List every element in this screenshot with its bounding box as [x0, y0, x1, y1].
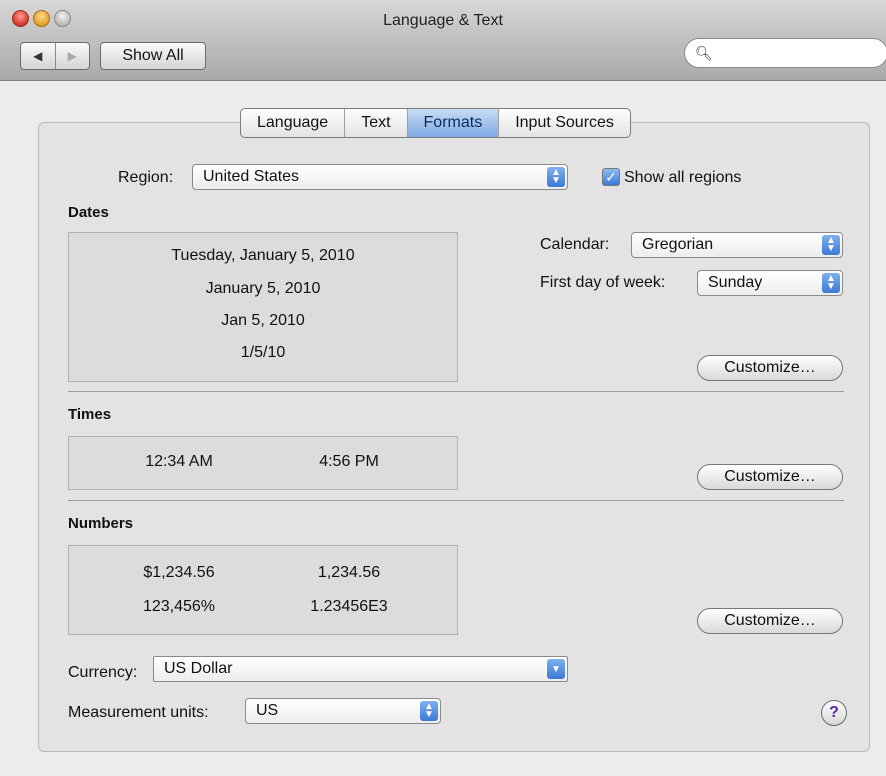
show-all-regions-label: Show all regions — [624, 169, 742, 186]
times-heading: Times — [68, 406, 112, 423]
time-pm: 4:56 PM — [319, 453, 379, 470]
date-short: 1/5/10 — [240, 344, 286, 361]
region-value: United States — [203, 168, 300, 185]
preferences-window: Language & Text ◀ ▶ Show All 🔍︎ Language… — [0, 0, 886, 776]
popup-arrows-icon: ▲ ▼ — [547, 167, 565, 187]
calendar-label: Calendar: — [540, 236, 610, 253]
chevron-down-icon[interactable]: ▼ — [547, 659, 565, 679]
time-am: 12:34 AM — [145, 453, 213, 470]
region-popup[interactable]: United States ▲ ▼ — [192, 164, 568, 190]
triangle-left-icon: ◀ — [33, 49, 43, 63]
calendar-popup[interactable]: Gregorian ▲ ▼ — [631, 232, 843, 258]
date-medium: Jan 5, 2010 — [221, 312, 305, 329]
number-decimal: 1,234.56 — [317, 564, 381, 581]
search-field[interactable]: 🔍︎ — [684, 38, 886, 68]
divider — [68, 500, 844, 501]
forward-button[interactable]: ▶ — [54, 43, 90, 69]
tab-input-sources[interactable]: Input Sources — [498, 109, 630, 137]
date-full: Tuesday, January 5, 2010 — [171, 247, 355, 264]
numbers-preview: $1,234.56 1,234.56 123,456% 1.23456E3 — [68, 545, 458, 635]
search-input[interactable] — [715, 43, 879, 65]
numbers-heading: Numbers — [68, 515, 134, 532]
show-all-regions-checkbox[interactable]: ✓ — [602, 168, 620, 186]
number-percent: 123,456% — [142, 598, 216, 615]
times-preview: 12:34 AM 4:56 PM — [68, 436, 458, 490]
magnifier-icon: 🔍︎ — [695, 45, 713, 61]
measurement-value: US — [256, 702, 279, 719]
tab-language[interactable]: Language — [241, 109, 344, 137]
currency-value: US Dollar — [164, 660, 233, 677]
show-all-button[interactable]: Show All — [100, 42, 206, 70]
first-day-label: First day of week: — [540, 274, 666, 291]
help-button[interactable]: ? — [821, 700, 847, 726]
dates-preview: Tuesday, January 5, 2010 January 5, 2010… — [68, 232, 458, 382]
pane-tabs: Language Text Formats Input Sources — [240, 108, 631, 138]
number-scientific: 1.23456E3 — [310, 598, 388, 615]
numbers-customize-button[interactable]: Customize… — [697, 608, 843, 634]
back-forward-control: ◀ ▶ — [20, 42, 90, 70]
dates-heading: Dates — [68, 204, 109, 221]
measurement-label: Measurement units: — [68, 704, 209, 721]
currency-label: Currency: — [68, 664, 138, 681]
divider — [68, 391, 844, 392]
window-title: Language & Text — [383, 12, 503, 29]
back-button[interactable]: ◀ — [21, 43, 55, 69]
popup-arrows-icon: ▲ ▼ — [822, 273, 840, 293]
date-long: January 5, 2010 — [205, 280, 321, 297]
tab-text[interactable]: Text — [344, 109, 406, 137]
popup-arrows-icon: ▲ ▼ — [822, 235, 840, 255]
dates-customize-button[interactable]: Customize… — [697, 355, 843, 381]
measurement-popup[interactable]: US ▲ ▼ — [245, 698, 441, 724]
times-customize-button[interactable]: Customize… — [697, 464, 843, 490]
title-toolbar: Language & Text ◀ ▶ Show All 🔍︎ — [0, 0, 886, 81]
tab-formats[interactable]: Formats — [406, 109, 499, 137]
region-label: Region: — [118, 169, 174, 186]
number-currency: $1,234.56 — [143, 564, 215, 581]
popup-arrows-icon: ▲ ▼ — [420, 701, 438, 721]
triangle-right-icon: ▶ — [67, 49, 77, 63]
first-day-popup[interactable]: Sunday ▲ ▼ — [697, 270, 843, 296]
currency-combo[interactable]: US Dollar ▼ — [153, 656, 568, 682]
first-day-value: Sunday — [708, 274, 763, 291]
calendar-value: Gregorian — [642, 236, 714, 253]
